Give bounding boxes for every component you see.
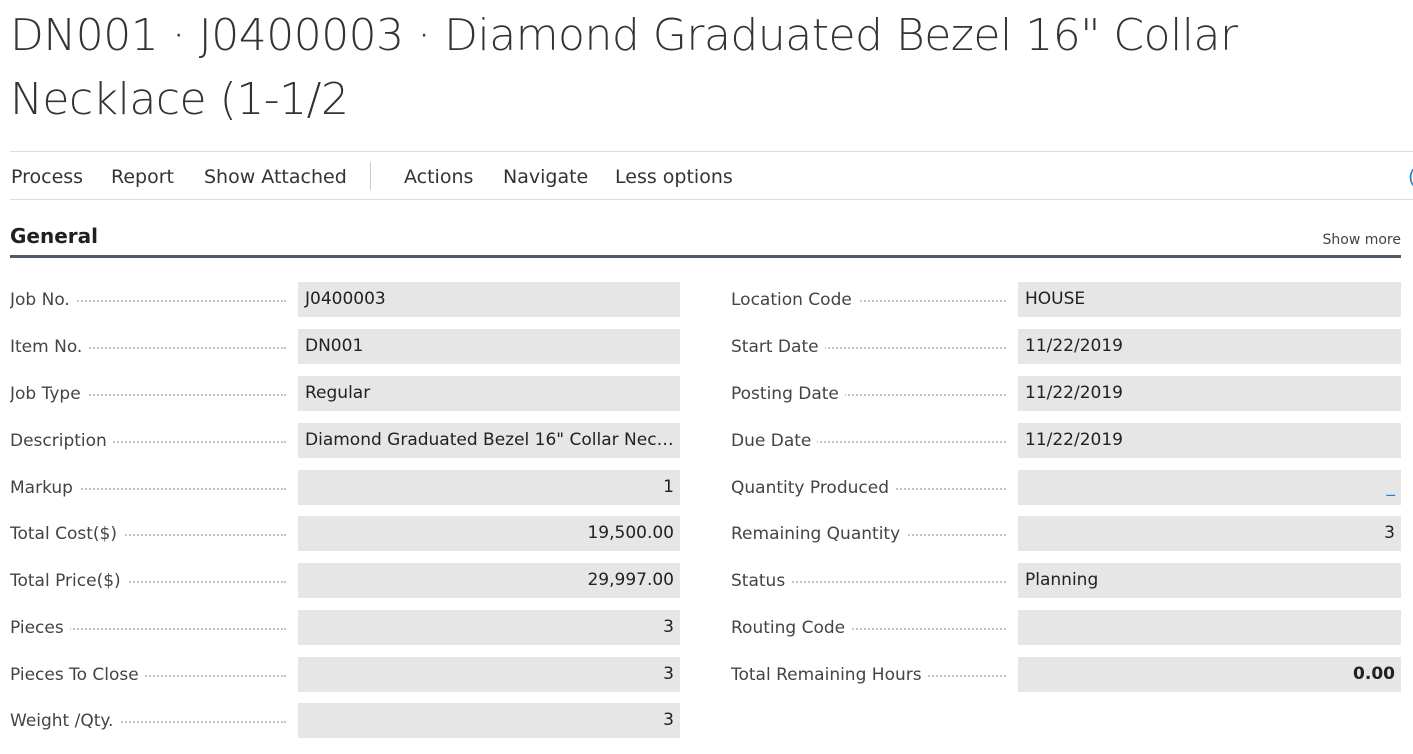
field-label: Routing Code [731, 616, 1006, 640]
job-type-label: Job Type [10, 384, 87, 404]
field-label: Total Remaining Hours [731, 663, 1006, 687]
start-date-label: Start Date [731, 337, 825, 357]
field-label: Job No. [10, 288, 286, 312]
section-title[interactable]: General [10, 224, 98, 248]
quantity-produced-field[interactable]: _ [1018, 470, 1401, 505]
pieces-to-close-label: Pieces To Close [10, 665, 145, 685]
general-section-header: General Show more [10, 222, 1401, 258]
description-field[interactable]: Diamond Graduated Bezel 16" Collar Neckl… [298, 423, 680, 458]
job-no-label: Job No. [10, 290, 76, 310]
show-attached-menu[interactable]: Show Attached [204, 166, 347, 188]
start-date-field[interactable]: 11/22/2019 [1018, 329, 1401, 364]
total-price-field[interactable]: 29,997.00 [298, 563, 680, 598]
location-code-label: Location Code [731, 290, 858, 310]
field-label: Remaining Quantity [731, 522, 1006, 546]
less-options-button[interactable]: Less options [615, 166, 733, 188]
pieces-to-close-field[interactable]: 3 [298, 657, 680, 692]
field-label: Quantity Produced [731, 476, 1006, 500]
due-date-field[interactable]: 11/22/2019 [1018, 423, 1401, 458]
field-label: Pieces [10, 616, 286, 640]
pieces-field[interactable]: 3 [298, 610, 680, 645]
field-label: Due Date [731, 429, 1006, 453]
field-label: Markup [10, 476, 286, 500]
field-label: Posting Date [731, 382, 1006, 406]
description-label: Description [10, 431, 113, 451]
remaining-quantity-field[interactable]: 3 [1018, 516, 1401, 551]
actions-menu[interactable]: Actions [404, 166, 473, 188]
show-more-link[interactable]: Show more [1323, 232, 1402, 248]
field-label: Location Code [731, 288, 1006, 312]
page-title: DN001 · J0400003 · Diamond Graduated Bez… [10, 10, 1238, 125]
due-date-label: Due Date [731, 431, 818, 451]
location-code-field[interactable]: HOUSE [1018, 282, 1401, 317]
field-label: Job Type [10, 382, 286, 406]
markup-label: Markup [10, 478, 79, 498]
job-type-field[interactable]: Regular [298, 376, 680, 411]
total-cost-field[interactable]: 19,500.00 [298, 516, 680, 551]
routing-code-field[interactable] [1018, 610, 1401, 645]
total-remaining-hours-field[interactable]: 0.00 [1018, 657, 1401, 692]
field-label: Item No. [10, 335, 286, 359]
action-bar: Process Report Show Attached Actions Nav… [10, 151, 1413, 200]
field-label: Status [731, 569, 1006, 593]
markup-field[interactable]: 1 [298, 470, 680, 505]
field-label: Weight /Qty. [10, 709, 286, 733]
navigate-menu[interactable]: Navigate [503, 166, 588, 188]
remaining-quantity-label: Remaining Quantity [731, 524, 907, 544]
quantity-produced-label: Quantity Produced [731, 478, 895, 498]
field-label: Pieces To Close [10, 663, 286, 687]
item-no-field[interactable]: DN001 [298, 329, 680, 364]
routing-code-label: Routing Code [731, 618, 852, 638]
report-menu[interactable]: Report [111, 166, 174, 188]
search-icon[interactable]: ( [1408, 166, 1413, 188]
process-menu[interactable]: Process [11, 166, 83, 188]
status-field[interactable]: Planning [1018, 563, 1401, 598]
field-label: Total Cost($) [10, 522, 286, 546]
item-no-label: Item No. [10, 337, 89, 357]
pieces-label: Pieces [10, 618, 70, 638]
posting-date-label: Posting Date [731, 384, 845, 404]
field-label: Start Date [731, 335, 1006, 359]
total-remaining-hours-label: Total Remaining Hours [731, 665, 928, 685]
job-no-field[interactable]: J0400003 [298, 282, 680, 317]
total-price-label: Total Price($) [10, 571, 127, 591]
weight-qty-field[interactable]: 3 [298, 703, 680, 738]
field-label: Total Price($) [10, 569, 286, 593]
total-cost-label: Total Cost($) [10, 524, 123, 544]
weight-qty-label: Weight /Qty. [10, 711, 120, 731]
field-label: Description [10, 429, 286, 453]
status-label: Status [731, 571, 792, 591]
action-divider [370, 162, 371, 190]
posting-date-field[interactable]: 11/22/2019 [1018, 376, 1401, 411]
